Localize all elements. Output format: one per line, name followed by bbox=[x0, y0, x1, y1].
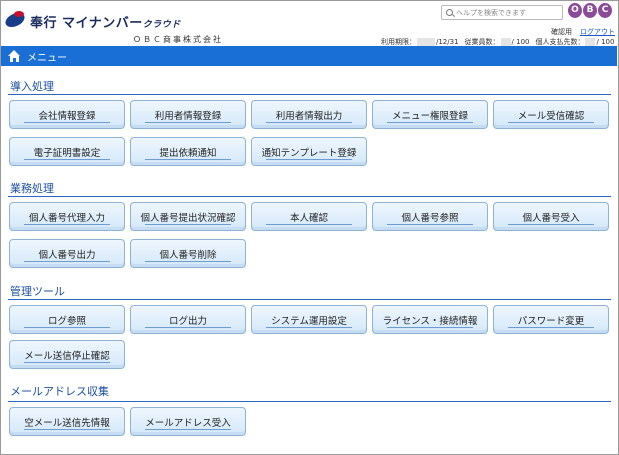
brand-name: 奉行 マイナンバー bbox=[30, 15, 143, 31]
bird-logo-icon bbox=[4, 11, 28, 31]
brand-sub: クラウド bbox=[142, 19, 181, 30]
app-logo: 奉行 マイナンバークラウド bbox=[4, 10, 181, 32]
section-title-operations: 業務処理 bbox=[10, 182, 54, 195]
log-view-button[interactable]: ログ参照 bbox=[9, 305, 125, 334]
log-export-button[interactable]: ログ出力 bbox=[130, 305, 246, 334]
button-label: 個人番号出力 bbox=[38, 249, 96, 261]
number-export-button[interactable]: 個人番号出力 bbox=[9, 239, 125, 268]
button-label: 利用者情報登録 bbox=[154, 110, 222, 122]
button-label: 本人確認 bbox=[289, 212, 328, 224]
mail-receive-check-button[interactable]: メール受信確認 bbox=[493, 100, 609, 129]
button-label: ログ参照 bbox=[47, 315, 86, 327]
button-label: 個人番号削除 bbox=[159, 249, 217, 261]
system-settings-button[interactable]: システム運用設定 bbox=[251, 305, 367, 334]
button-label: 個人番号参照 bbox=[401, 212, 459, 224]
home-icon[interactable] bbox=[8, 50, 21, 62]
help-search-placeholder: ヘルプを検索できます bbox=[456, 8, 526, 17]
section-divider bbox=[8, 94, 611, 95]
obc-letter: C bbox=[598, 3, 612, 18]
user-info-export-button[interactable]: 利用者情報出力 bbox=[251, 100, 367, 129]
mail-address-import-button[interactable]: メールアドレス受入 bbox=[130, 407, 246, 436]
mail-stop-check-button[interactable]: メール送信停止確認 bbox=[9, 340, 125, 369]
employees-value: / 100 bbox=[511, 38, 530, 46]
payees-value: / 100 bbox=[596, 38, 615, 46]
section-divider bbox=[8, 401, 611, 402]
button-label: 個人番号代理入力 bbox=[28, 212, 105, 224]
button-label: システム運用設定 bbox=[271, 315, 347, 327]
proxy-input-button[interactable]: 個人番号代理入力 bbox=[9, 202, 125, 231]
button-label: 会社情報登録 bbox=[38, 110, 96, 122]
menu-bar: メニュー bbox=[1, 46, 617, 66]
section-title-mail-collect: メールアドレス収集 bbox=[10, 385, 109, 398]
button-label: ログ出力 bbox=[168, 315, 207, 327]
button-label: 利用者情報出力 bbox=[275, 110, 343, 122]
section-divider bbox=[8, 299, 611, 300]
button-label: メールアドレス受入 bbox=[145, 417, 231, 429]
button-label: メール受信確認 bbox=[517, 110, 585, 122]
section-divider bbox=[8, 196, 611, 197]
password-change-button[interactable]: パスワード変更 bbox=[493, 305, 609, 334]
number-import-button[interactable]: 個人番号受入 bbox=[493, 202, 609, 231]
user-info-register-button[interactable]: 利用者情報登録 bbox=[130, 100, 246, 129]
button-label: 個人番号受入 bbox=[522, 212, 580, 224]
obc-letter: B bbox=[583, 3, 597, 18]
company-info-button[interactable]: 会社情報登録 bbox=[9, 100, 125, 129]
period-value: /12/31 bbox=[436, 38, 459, 46]
help-search-input[interactable]: ヘルプを検索できます bbox=[441, 5, 563, 20]
license-info-button[interactable]: ライセンス・接続情報 bbox=[372, 305, 488, 334]
button-label: ライセンス・接続情報 bbox=[382, 315, 478, 327]
button-label: 個人番号提出状況確認 bbox=[140, 212, 236, 224]
menu-permission-button[interactable]: メニュー権限登録 bbox=[372, 100, 488, 129]
logout-link[interactable]: ログアウト bbox=[580, 27, 615, 37]
section-title-admin: 管理ツール bbox=[10, 285, 65, 298]
identity-check-button[interactable]: 本人確認 bbox=[251, 202, 367, 231]
button-label: パスワード変更 bbox=[517, 315, 585, 327]
submit-request-notice-button[interactable]: 提出依頼通知 bbox=[130, 137, 246, 166]
company-name: ＯＢＣ商事株式会社 bbox=[133, 35, 223, 44]
button-label: 空メール送信先情報 bbox=[24, 417, 110, 429]
obc-letter: O bbox=[568, 3, 582, 18]
button-label: 電子証明書設定 bbox=[33, 147, 101, 159]
obc-logo: OBC bbox=[568, 3, 614, 27]
section-title-setup: 導入処理 bbox=[10, 80, 54, 93]
button-label: 提出依頼通知 bbox=[159, 147, 217, 159]
button-label: メール送信停止確認 bbox=[24, 350, 110, 362]
number-delete-button[interactable]: 個人番号削除 bbox=[130, 239, 246, 268]
number-view-button[interactable]: 個人番号参照 bbox=[372, 202, 488, 231]
submission-status-button[interactable]: 個人番号提出状況確認 bbox=[130, 202, 246, 231]
e-certificate-button[interactable]: 電子証明書設定 bbox=[9, 137, 125, 166]
button-label: 通知テンプレート登録 bbox=[261, 147, 357, 159]
button-label: メニュー権限登録 bbox=[391, 110, 468, 122]
menu-title: メニュー bbox=[27, 52, 67, 64]
empty-mail-destination-button[interactable]: 空メール送信先情報 bbox=[9, 407, 125, 436]
notice-template-button[interactable]: 通知テンプレート登録 bbox=[251, 137, 367, 166]
user-name: 確認用 bbox=[551, 28, 572, 36]
search-icon bbox=[446, 9, 453, 16]
